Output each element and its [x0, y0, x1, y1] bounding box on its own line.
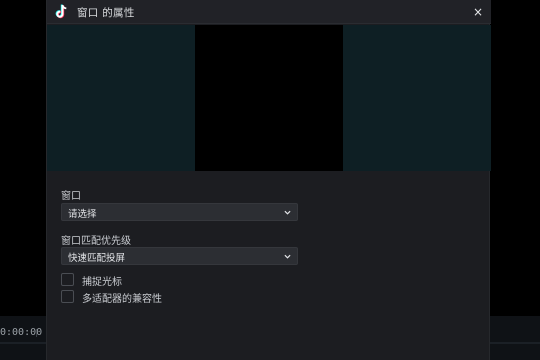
tiktok-logo-icon [55, 4, 67, 19]
window-select[interactable]: 请选择 [61, 203, 298, 221]
timeline-divider [36, 329, 37, 337]
dialog-title: 窗口 的属性 [77, 7, 135, 19]
checkbox-box[interactable] [61, 273, 74, 286]
priority-select-value: 快速匹配投屏 [68, 253, 126, 264]
chevron-down-icon [284, 210, 291, 215]
dialog-titlebar[interactable]: 窗口 的属性 × [47, 0, 491, 24]
priority-label: 窗口匹配优先级 [61, 236, 131, 247]
close-button[interactable]: × [471, 5, 485, 19]
source-preview [47, 25, 491, 171]
priority-select[interactable]: 快速匹配投屏 [61, 247, 298, 265]
window-select-value: 请选择 [68, 209, 97, 220]
preview-canvas [195, 25, 343, 171]
close-icon: × [472, 5, 484, 19]
window-label: 窗口 [61, 191, 81, 202]
checkbox-label: 捕捉光标 [82, 277, 122, 288]
chevron-down-icon [284, 254, 291, 259]
checkbox-label: 多适配器的兼容性 [82, 294, 162, 305]
properties-dialog: 窗口 的属性 × 窗口 请选择 窗口匹配优先级 快速匹配投屏 捕捉光标 多适配器… [46, 0, 491, 360]
checkbox-box[interactable] [61, 290, 74, 303]
